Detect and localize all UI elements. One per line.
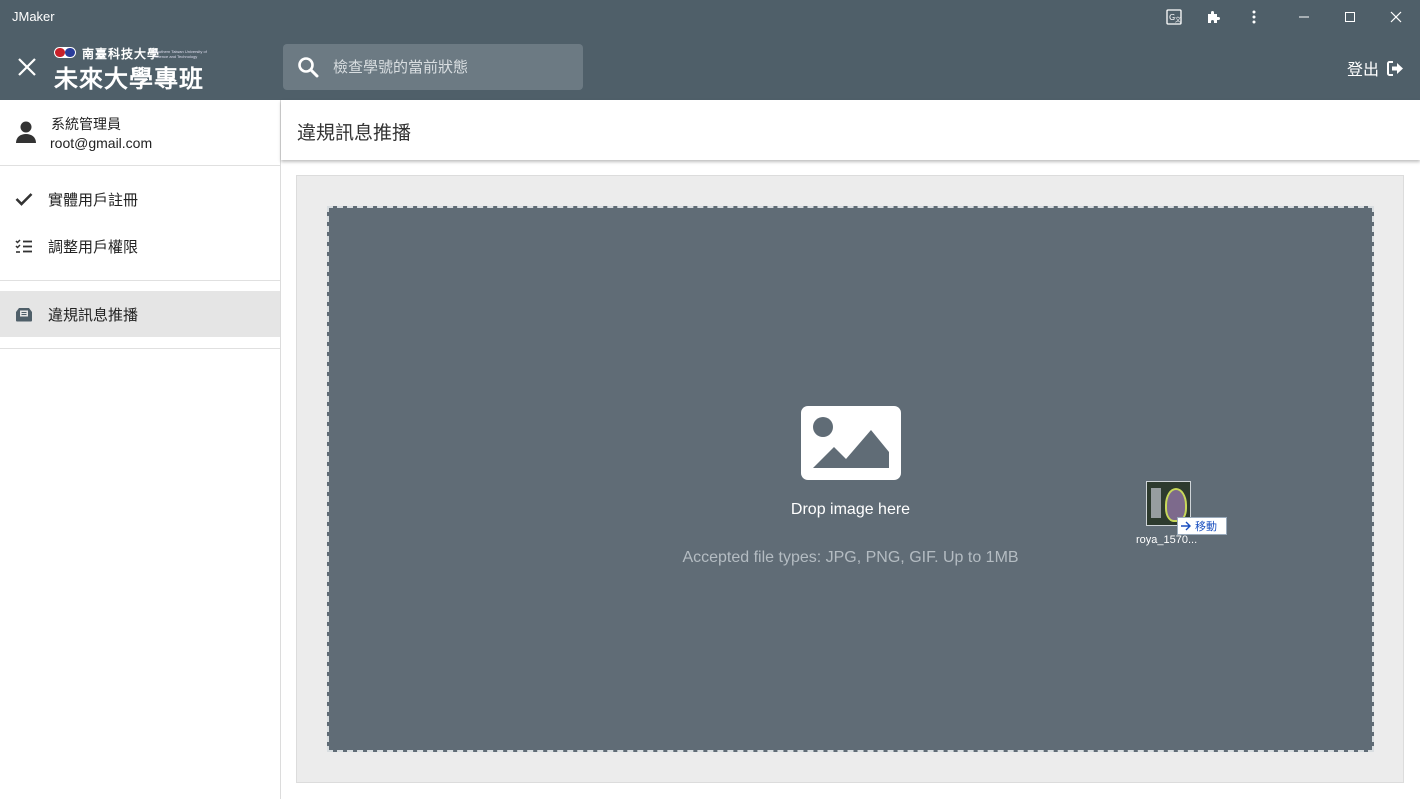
search-icon: [298, 57, 319, 78]
sidebar-item-label: 實體用戶註冊: [48, 191, 139, 209]
sidebar-item-violation-push[interactable]: 違規訊息推播: [0, 291, 280, 337]
sidebar-item-label: 調整用戶權限: [48, 238, 139, 256]
move-badge: 移動: [1177, 517, 1227, 535]
checklist-icon: [14, 236, 34, 256]
search-input[interactable]: [333, 56, 573, 78]
sidebar-divider: [0, 348, 280, 349]
page-header: 違規訊息推播: [281, 100, 1420, 160]
drag-file-preview: 移動 roya_1570...: [1133, 480, 1233, 550]
content-panel: Drop image here Accepted file types: JPG…: [296, 175, 1404, 783]
dropzone-hint: Accepted file types: JPG, PNG, GIF. Up t…: [682, 549, 1019, 566]
user-email: root@gmail.com: [50, 135, 153, 151]
close-icon: [18, 58, 36, 76]
extension-icon[interactable]: [1204, 7, 1224, 27]
image-icon: [801, 406, 901, 480]
inbox-icon: [14, 304, 34, 324]
logo-emblem: [54, 47, 76, 58]
more-vert-icon[interactable]: [1244, 7, 1264, 27]
window-close-button[interactable]: [1373, 0, 1419, 34]
sidebar-item-label: 違規訊息推播: [48, 306, 139, 324]
sidebar-item-permissions[interactable]: 調整用戶權限: [0, 223, 280, 269]
logo-english-name: Southern Taiwan University of Science and…: [154, 49, 207, 59]
svg-text:文: 文: [1175, 16, 1181, 24]
user-name: 系統管理員: [51, 116, 121, 132]
logout-icon: [1387, 60, 1403, 76]
search-bar[interactable]: [283, 44, 583, 90]
university-logo: 南臺科技大學 Southern Taiwan University of Scie…: [52, 44, 208, 93]
sidebar: 系統管理員 root@gmail.com 實體用戶註冊 調整用戶權限 違規訊息推…: [0, 100, 281, 799]
app-header: 南臺科技大學 Southern Taiwan University of Scie…: [0, 34, 1420, 100]
logo-program-name: 未來大學專班: [54, 64, 204, 93]
logout-label: 登出: [1346, 62, 1379, 79]
maximize-button[interactable]: [1327, 0, 1373, 34]
arrow-right-icon: [1181, 521, 1191, 531]
user-profile: 系統管理員 root@gmail.com: [0, 100, 280, 166]
minimize-button[interactable]: [1281, 0, 1327, 34]
window-title: JMaker: [12, 9, 55, 24]
move-label: 移動: [1195, 521, 1217, 533]
translate-icon[interactable]: G文: [1164, 7, 1184, 27]
image-dropzone[interactable]: Drop image here Accepted file types: JPG…: [327, 206, 1374, 752]
sidebar-item-register[interactable]: 實體用戶註冊: [0, 176, 280, 222]
page-title: 違規訊息推播: [297, 123, 412, 144]
person-icon: [16, 121, 36, 143]
window-titlebar: JMaker G文: [0, 0, 1420, 34]
sidebar-divider: [0, 280, 280, 281]
close-drawer-button[interactable]: [14, 54, 40, 80]
logout-button[interactable]: 登出: [1347, 56, 1404, 80]
file-name: roya_1570...: [1136, 534, 1198, 546]
check-icon: [14, 189, 34, 209]
